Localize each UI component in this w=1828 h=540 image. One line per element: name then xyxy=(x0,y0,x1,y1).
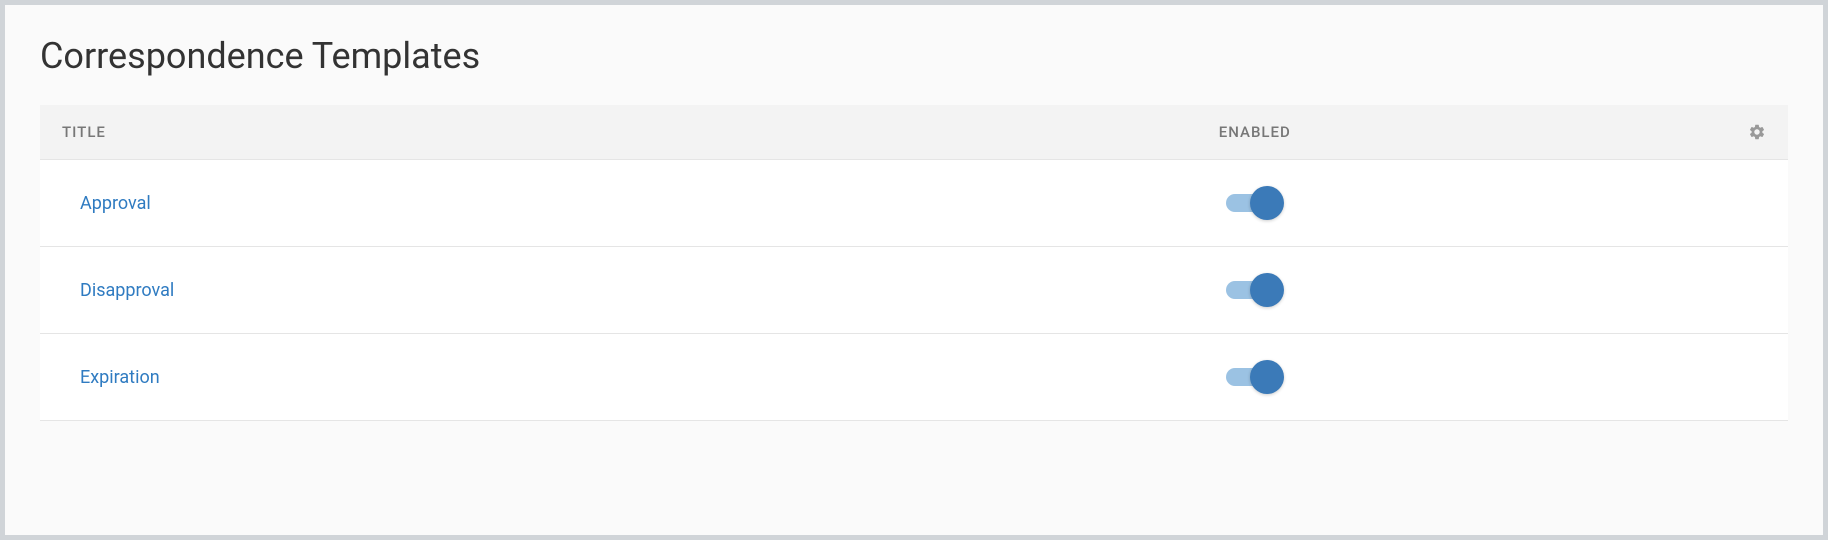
enabled-toggle[interactable] xyxy=(1226,273,1284,307)
table-row: Approval xyxy=(40,160,1788,247)
row-enabled-cell xyxy=(914,360,1596,394)
template-link-approval[interactable]: Approval xyxy=(62,193,151,214)
column-header-actions[interactable] xyxy=(1596,123,1766,141)
toggle-thumb xyxy=(1250,186,1284,220)
row-title-cell: Disapproval xyxy=(62,280,914,301)
table-row: Expiration xyxy=(40,334,1788,421)
row-title-cell: Approval xyxy=(62,193,914,214)
page-container: Correspondence Templates TITLE ENABLED A… xyxy=(4,4,1824,536)
column-header-enabled: ENABLED xyxy=(914,123,1596,141)
gear-icon xyxy=(1748,123,1766,141)
table-header: TITLE ENABLED xyxy=(40,105,1788,160)
template-link-expiration[interactable]: Expiration xyxy=(62,367,160,388)
row-enabled-cell xyxy=(914,186,1596,220)
enabled-toggle[interactable] xyxy=(1226,186,1284,220)
toggle-thumb xyxy=(1250,360,1284,394)
templates-table: TITLE ENABLED Approval Disappro xyxy=(40,105,1788,421)
row-title-cell: Expiration xyxy=(62,367,914,388)
row-enabled-cell xyxy=(914,273,1596,307)
enabled-toggle[interactable] xyxy=(1226,360,1284,394)
page-title: Correspondence Templates xyxy=(40,35,1788,77)
toggle-thumb xyxy=(1250,273,1284,307)
table-row: Disapproval xyxy=(40,247,1788,334)
template-link-disapproval[interactable]: Disapproval xyxy=(62,280,174,301)
column-header-title: TITLE xyxy=(62,123,914,141)
